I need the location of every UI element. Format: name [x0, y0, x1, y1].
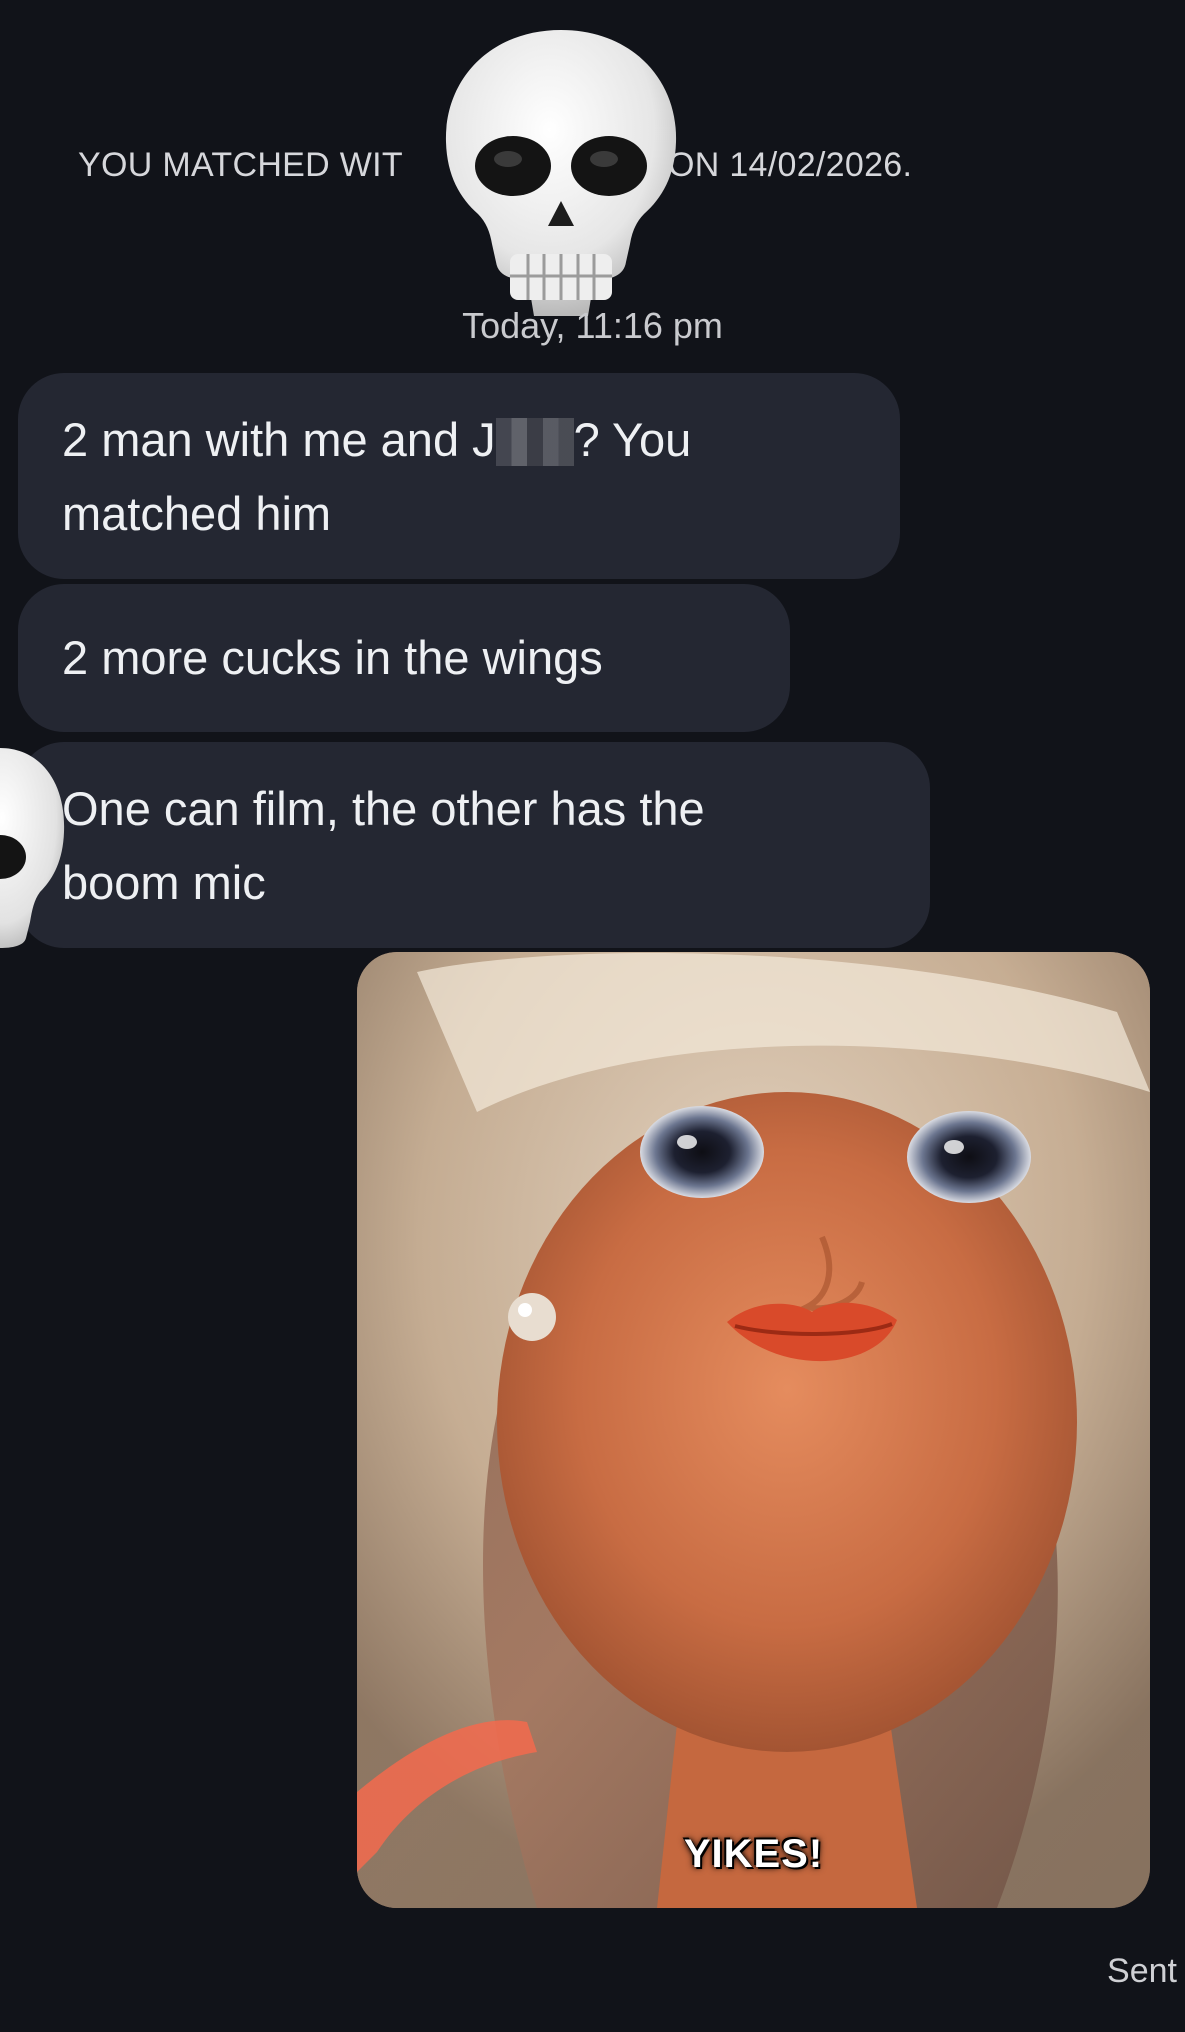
message-bubble-received[interactable]: 2 more cucks in the wings	[18, 584, 790, 732]
message-text: 2 man with me and J	[62, 413, 496, 466]
message-text: 2 more cucks in the wings	[62, 631, 603, 684]
match-header: YOU MATCHED WIT ON 14/02/2026. Today, 11…	[0, 0, 1185, 360]
skull-icon	[445, 30, 677, 316]
message-status: Sent	[1107, 1952, 1177, 1990]
message-line: 2 man with me and J ? You	[62, 403, 858, 477]
match-banner: YOU MATCHED WIT ON 14/02/2026.	[78, 146, 912, 185]
message-timestamp: Today, 11:16 pm	[462, 305, 723, 346]
redacted-name	[495, 418, 574, 466]
match-text-left: YOU MATCHED WIT	[78, 146, 403, 184]
message-bubble-received[interactable]: 2 man with me and J ? You matched him	[18, 373, 900, 579]
doll-face-gif	[357, 952, 1150, 1908]
skull-icon	[0, 748, 65, 948]
message-bubble-received[interactable]: One can film, the other has the boom mic	[18, 742, 930, 948]
gif-message[interactable]: YIKES!	[357, 952, 1150, 1908]
message-text: ? You	[573, 413, 692, 466]
message-text: One can film, the other has the	[62, 782, 705, 835]
gif-caption: YIKES!	[683, 1832, 824, 1876]
message-text: boom mic	[62, 856, 266, 909]
message-text: matched him	[62, 487, 332, 540]
match-text-right: ON 14/02/2026.	[668, 146, 913, 184]
